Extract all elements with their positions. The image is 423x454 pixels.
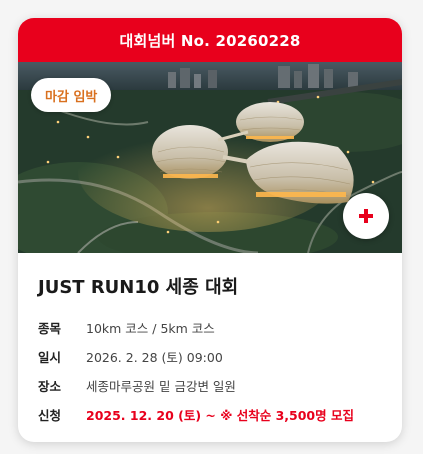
plus-icon [359, 209, 373, 223]
detail-label: 종목 [38, 321, 62, 336]
detail-label: 일시 [38, 350, 62, 365]
detail-row-category: 종목 10km 코스 / 5km 코스 [38, 313, 382, 342]
deadline-badge: 마감 임박 [31, 78, 112, 112]
detail-row-datetime: 일시 2026. 2. 28 (토) 09:00 [38, 342, 382, 371]
detail-value: 세종마루공원 밑 금강변 일원 [86, 379, 236, 394]
event-info: JUST RUN10 세종 대회 종목 10km 코스 / 5km 코스 일시 … [18, 253, 402, 429]
detail-row-registration: 신청 2025. 12. 20 (토) ~ ※ 선착순 3,500명 모집 [38, 400, 382, 429]
event-card[interactable]: 대회넘버 No. 20260228 마감 임박 JUST RUN10 세종 대회… [18, 18, 402, 442]
detail-value: 10km 코스 / 5km 코스 [86, 321, 215, 336]
event-title: JUST RUN10 세종 대회 [38, 277, 239, 298]
detail-row-location: 장소 세종마루공원 밑 금강변 일원 [38, 371, 382, 400]
add-favorite-button[interactable] [343, 193, 389, 239]
detail-value: 2025. 12. 20 (토) ~ ※ 선착순 3,500명 모집 [86, 408, 354, 423]
event-number-text: 대회넘버 No. 20260228 [119, 31, 301, 50]
deadline-badge-text: 마감 임박 [45, 89, 98, 105]
detail-label: 신청 [38, 408, 62, 423]
detail-label: 장소 [38, 379, 62, 394]
event-number-header: 대회넘버 No. 20260228 [18, 18, 402, 62]
event-photo: 마감 임박 [18, 62, 402, 253]
detail-value: 2026. 2. 28 (토) 09:00 [86, 350, 223, 365]
